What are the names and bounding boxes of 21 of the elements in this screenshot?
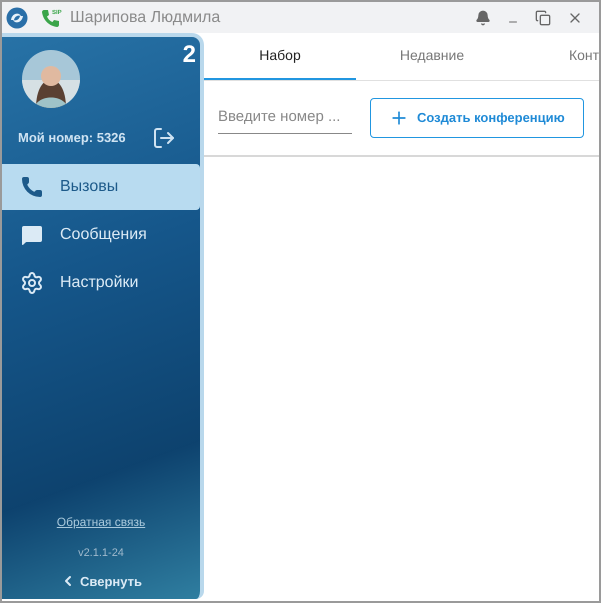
create-conference-button[interactable]: Создать конференцию bbox=[370, 98, 584, 138]
app-logo-icon bbox=[6, 6, 28, 28]
logout-icon[interactable] bbox=[152, 126, 176, 150]
bell-icon[interactable] bbox=[475, 10, 491, 26]
phone-number-field[interactable]: Введите номер ... bbox=[218, 102, 352, 134]
version-label: v2.1.1-24 bbox=[78, 546, 124, 561]
gear-icon bbox=[20, 271, 44, 295]
nav-item[interactable]: Вызовы bbox=[2, 164, 200, 210]
my-number: Мой номер: 5326 bbox=[18, 129, 126, 148]
tab[interactable]: Набор bbox=[204, 33, 356, 80]
notification-count: 2 bbox=[182, 40, 196, 70]
nav-item[interactable]: Сообщения bbox=[2, 212, 200, 258]
message-icon bbox=[20, 223, 44, 247]
tab[interactable]: Недавние bbox=[356, 33, 508, 80]
collapse-button[interactable]: Свернуть bbox=[60, 572, 142, 591]
tab[interactable]: Конт bbox=[508, 33, 599, 80]
nav-item[interactable]: Настройки bbox=[2, 260, 200, 306]
window-title: Шарипова Людмила bbox=[70, 8, 220, 28]
maximize-icon[interactable] bbox=[535, 10, 551, 26]
phone-icon bbox=[20, 175, 44, 199]
feedback-link[interactable]: Обратная связь bbox=[56, 513, 146, 531]
